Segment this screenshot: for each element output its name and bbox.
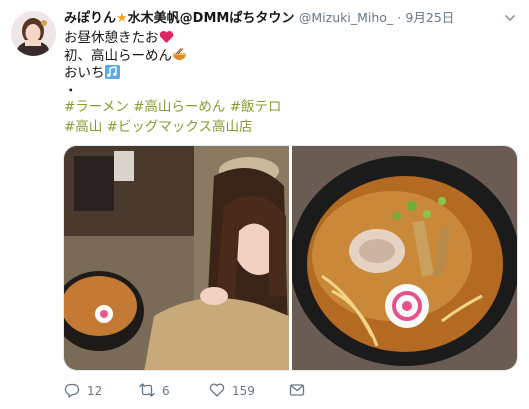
display-name-part2: 水木美帆@DMMぱちタウン bbox=[127, 11, 295, 26]
hashtag-row-1: #ラーメン #高山らーめん #飯テロ bbox=[64, 97, 504, 117]
retweet-button[interactable]: 6 bbox=[139, 381, 170, 401]
tweet-text: お昼休憩きたお 初、高山らーめん おいち ・ bbox=[64, 30, 504, 100]
text-line-3-content: おいち bbox=[64, 65, 105, 81]
separator: · bbox=[397, 10, 402, 25]
text-line-1: お昼休憩きたお bbox=[64, 30, 504, 48]
like-button[interactable]: 159 bbox=[209, 381, 255, 401]
hashtag-takayama[interactable]: #高山 bbox=[64, 119, 102, 135]
music-notes-emoji-icon bbox=[104, 65, 120, 85]
reply-count: 12 bbox=[87, 384, 103, 398]
display-name[interactable]: みぽりん★水木美帆@DMMぱちタウン bbox=[64, 11, 299, 26]
display-name-part1: みぽりん bbox=[64, 11, 117, 26]
text-line-1-content: お昼休憩きたお bbox=[64, 30, 159, 46]
like-count: 159 bbox=[232, 384, 255, 398]
tweet-header: みぽりん★水木美帆@DMMぱちタウン @Mizuki_Miho_ · 9月25日 bbox=[64, 9, 494, 27]
hashtag-bigmax-takayama[interactable]: #ビッグマックス高山店 bbox=[107, 119, 253, 135]
hashtag-ramen[interactable]: #ラーメン bbox=[64, 99, 129, 115]
ramen-emoji-icon bbox=[172, 47, 187, 68]
avatar[interactable] bbox=[11, 11, 56, 56]
tweet-actions: 12 6 159 bbox=[64, 381, 424, 401]
tweet-date[interactable]: 9月25日 bbox=[405, 10, 454, 25]
direct-message-button[interactable] bbox=[289, 381, 305, 401]
retweet-icon bbox=[139, 382, 155, 401]
envelope-icon bbox=[289, 382, 305, 401]
text-line-3: おいち bbox=[64, 65, 504, 83]
text-line-2-content: 初、高山らーめん bbox=[64, 47, 172, 64]
reply-icon bbox=[64, 382, 80, 401]
media-grid bbox=[63, 145, 518, 371]
user-handle[interactable]: @Mizuki_Miho_ bbox=[299, 10, 393, 25]
photo-ramen-bowl[interactable] bbox=[290, 146, 517, 370]
photo-selfie-with-ramen[interactable] bbox=[64, 146, 289, 370]
hashtag-meshi-tero[interactable]: #飯テロ bbox=[230, 99, 282, 115]
hashtag-row-2: #高山 #ビッグマックス高山店 bbox=[64, 117, 504, 137]
heart-icon bbox=[209, 382, 225, 401]
reply-button[interactable]: 12 bbox=[64, 381, 102, 401]
tweet-card[interactable]: みぽりん★水木美帆@DMMぱちタウン @Mizuki_Miho_ · 9月25日… bbox=[0, 0, 529, 409]
hashtag-takayama-ramen[interactable]: #高山らーめん bbox=[133, 99, 225, 115]
star-icon: ★ bbox=[116, 11, 128, 26]
chevron-down-icon[interactable] bbox=[503, 10, 517, 24]
text-line-2: 初、高山らーめん bbox=[64, 48, 504, 66]
hashtags: #ラーメン #高山らーめん #飯テロ #高山 #ビッグマックス高山店 bbox=[64, 97, 504, 137]
retweet-count: 6 bbox=[162, 384, 170, 398]
